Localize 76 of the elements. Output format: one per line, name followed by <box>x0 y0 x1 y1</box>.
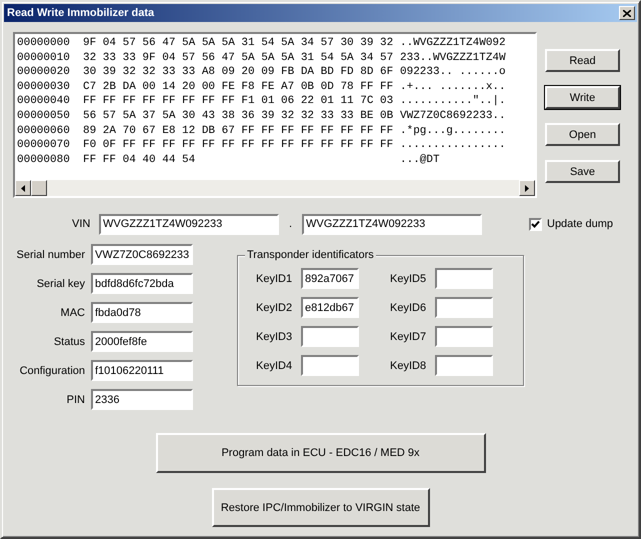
hex-bytes: C7 2B DA 00 14 20 00 FE F8 FE A7 0B 0D 78 FF FF <box>83 80 394 94</box>
window-title: Read Write Immobilizer data <box>7 7 154 19</box>
hex-offset: 00000030 <box>17 80 71 94</box>
field-label: PIN <box>66 394 85 406</box>
hex-ascii: ..........."..|. <box>400 94 506 109</box>
hex-bytes: 89 2A 70 67 E8 12 DB 67 FF FF FF FF FF FF FF FF <box>83 124 394 138</box>
hex-ascii: VWZ7Z0C8692233.. <box>400 108 506 124</box>
input-field[interactable]: fbda0d78 <box>91 302 193 323</box>
hex-ascii: .*pg...g........ <box>400 124 506 138</box>
field-label: KeyID7 <box>390 330 428 342</box>
input-field[interactable] <box>301 326 359 347</box>
input-field[interactable] <box>435 355 493 376</box>
field-label: VIN <box>72 218 92 230</box>
hex-ascii: ..WVGZZZ1TZ4W092 <box>400 36 506 51</box>
hex-bytes: 30 39 32 32 33 33 A8 09 20 09 FB DA BD FD 8D 6F <box>83 65 394 80</box>
field-label: Serial number <box>16 248 85 260</box>
hex-bytes: F0 0F FF FF FF FF FF FF FF FF FF FF FF FF FF FF <box>83 138 394 153</box>
scroll-right-button[interactable] <box>519 180 535 196</box>
field-label: KeyID3 <box>256 330 294 342</box>
input-field[interactable] <box>435 326 493 347</box>
input-field[interactable] <box>301 355 359 376</box>
input-field[interactable]: e812db67 <box>301 297 359 318</box>
button[interactable]: Save <box>545 160 620 183</box>
input-field[interactable]: bdfd8d6fc72bda <box>91 273 193 294</box>
hex-offset: 00000000 <box>17 36 71 51</box>
close-button[interactable] <box>619 6 635 20</box>
hex-offset: 00000040 <box>17 94 71 109</box>
separator-text: . <box>288 218 294 230</box>
field-label: KeyID1 <box>256 272 294 284</box>
button[interactable]: Restore IPC/Immobilizer to VIRGIN state <box>212 488 430 527</box>
hex-bytes: FF FF FF FF FF FF FF FF F1 01 06 22 01 11 7C 03 <box>83 94 394 109</box>
left-arrow-icon <box>21 184 25 192</box>
field-label: Status <box>52 336 85 348</box>
scroll-left-button[interactable] <box>15 180 31 196</box>
hex-offset: 00000050 <box>17 108 71 124</box>
button[interactable]: Program data in ECU - EDC16 / MED 9x <box>156 433 486 473</box>
input-field[interactable]: 2336 <box>91 389 193 410</box>
right-arrow-icon <box>525 184 529 192</box>
scroll-thumb[interactable] <box>31 180 47 196</box>
hex-bytes: 32 33 33 9F 04 57 56 47 5A 5A 5A 31 54 5A 34 57 <box>83 50 394 66</box>
hex-bytes: 9F 04 57 56 47 5A 5A 5A 31 54 5A 34 57 30 39 32 <box>83 36 394 51</box>
field-label: KeyID6 <box>390 302 428 314</box>
button[interactable]: Write <box>545 86 620 109</box>
hex-ascii: 233..WVGZZZ1TZ4W <box>400 50 506 66</box>
input-field[interactable]: VWZ7Z0C8692233 <box>91 244 193 265</box>
field-label: KeyID2 <box>256 302 294 314</box>
hex-offset: 00000020 <box>17 65 71 80</box>
input-field[interactable]: 2000fef8fe <box>91 331 193 352</box>
input-field[interactable]: f10106220111 <box>91 360 193 381</box>
hex-offset: 00000060 <box>17 124 71 138</box>
hex-offset: 00000070 <box>17 138 71 153</box>
field-label: KeyID8 <box>390 360 428 372</box>
hex-bytes: FF FF 04 40 44 54 <box>83 152 196 168</box>
vin-field[interactable]: WVGZZZ1TZ4W092233 <box>302 214 482 234</box>
button[interactable]: Open <box>545 123 620 146</box>
checkbox[interactable] <box>529 218 542 230</box>
hex-ascii: 092233.. ......o <box>400 65 506 80</box>
field-label: Serial key <box>36 278 85 290</box>
hex-offset: 00000010 <box>17 50 71 66</box>
input-field[interactable] <box>435 268 493 289</box>
input-field[interactable]: 892a7067 <box>301 268 359 289</box>
hex-bytes: 56 57 5A 37 5A 30 43 38 36 39 32 32 33 33 BE 0B <box>83 108 394 124</box>
hex-ascii: ...@DT <box>400 152 440 168</box>
hex-ascii: ................ <box>400 138 506 153</box>
hex-ascii: .+... .......x.. <box>400 80 506 94</box>
input-field[interactable] <box>435 297 493 318</box>
update-dump-checkbox[interactable]: Update dump <box>529 218 614 230</box>
hex-offset: 00000080 <box>17 152 71 168</box>
close-icon <box>623 10 631 16</box>
group-title: Transponder identificators <box>245 249 376 261</box>
field-label: Configuration <box>18 364 85 376</box>
field-label: KeyID5 <box>390 272 428 284</box>
vin-field[interactable]: WVGZZZ1TZ4W092233 <box>99 214 279 234</box>
button[interactable]: Read <box>545 49 620 72</box>
field-label: KeyID4 <box>256 360 294 372</box>
field-label: MAC <box>60 306 85 318</box>
